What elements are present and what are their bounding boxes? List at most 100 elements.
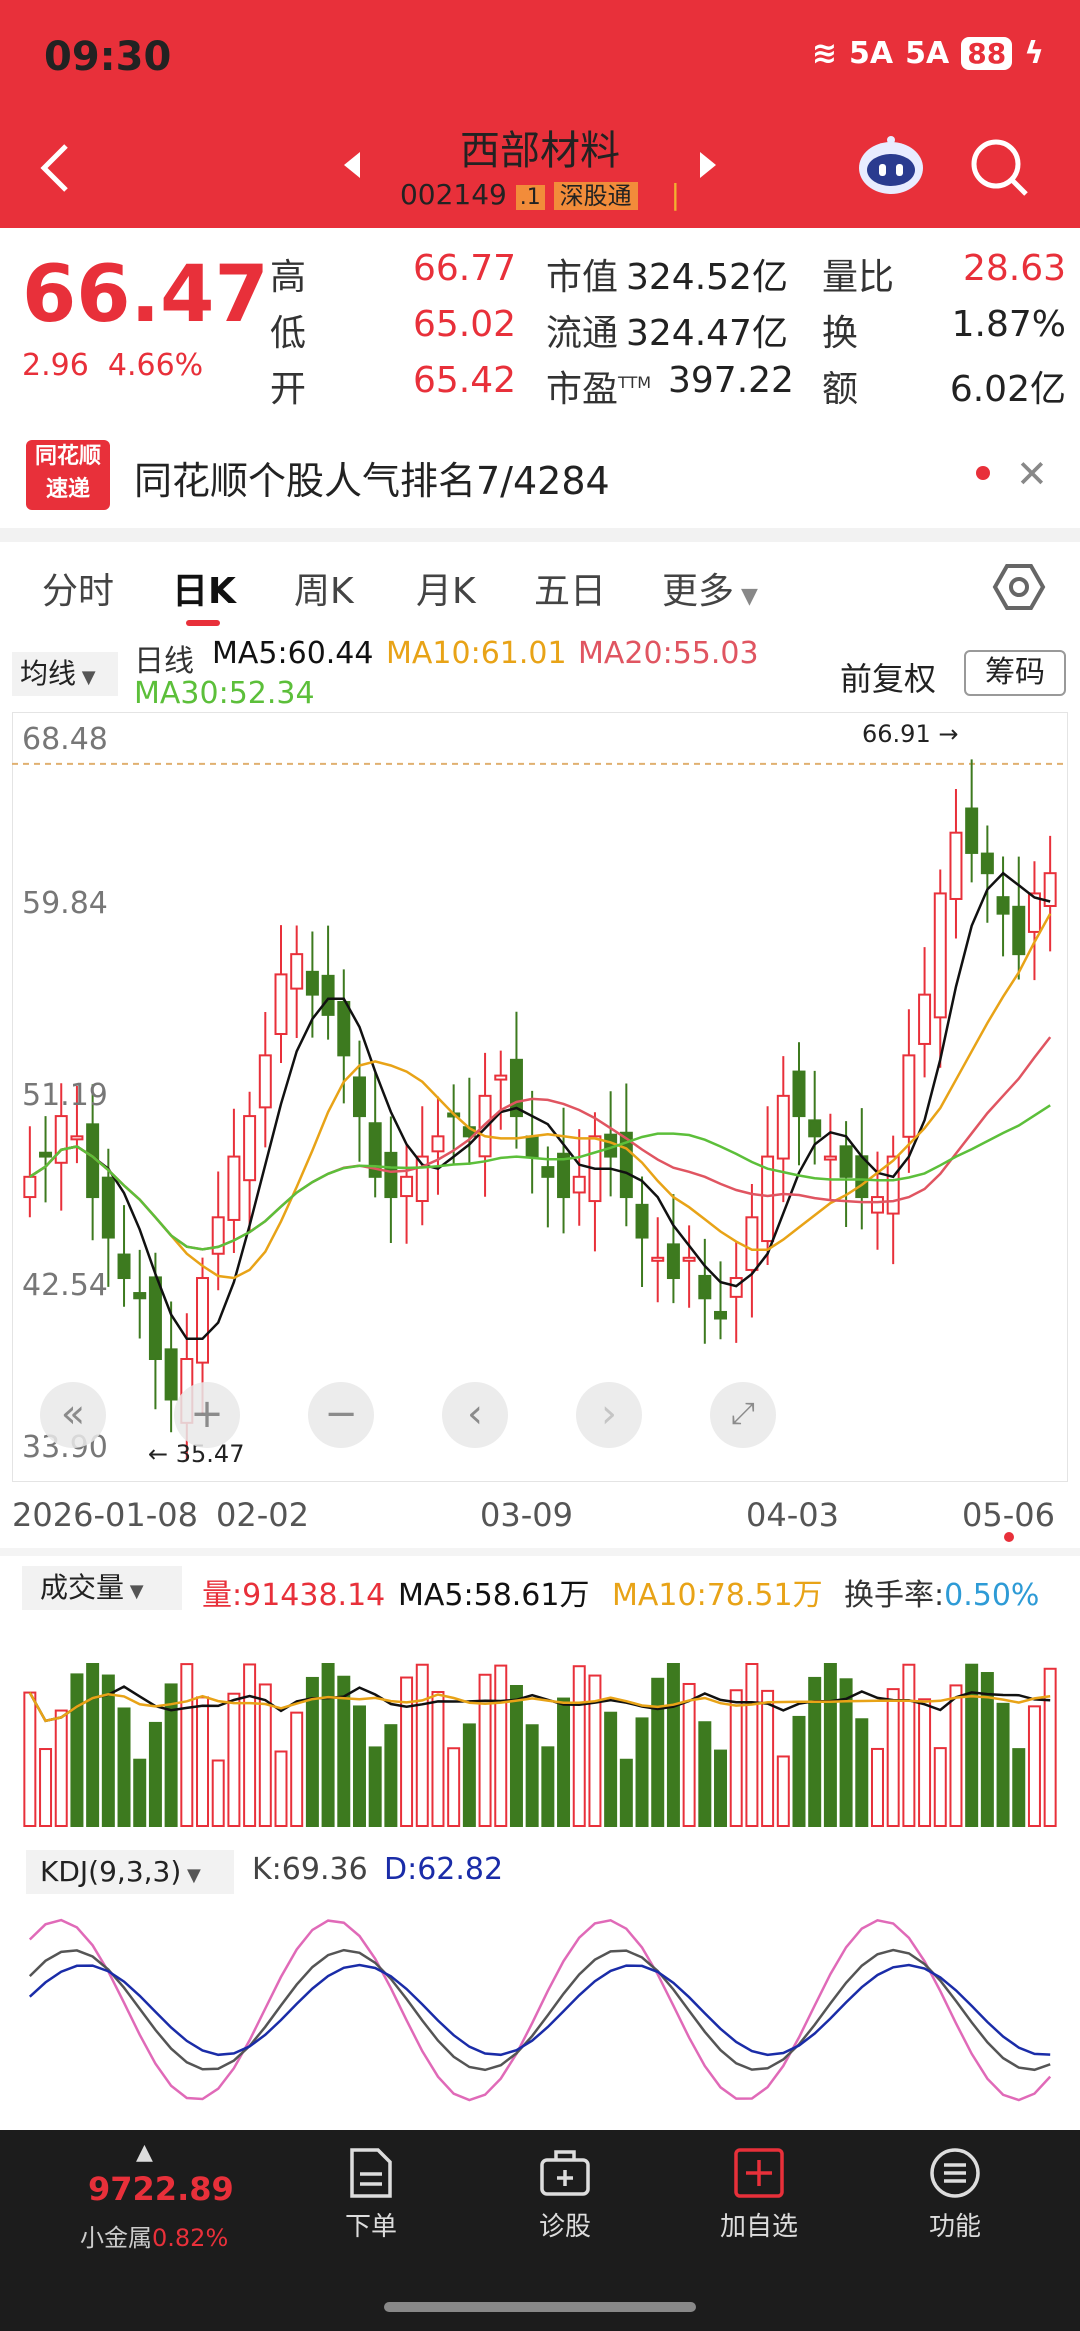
volume-bar — [415, 1663, 429, 1828]
volume-bar — [745, 1663, 759, 1827]
tab-intraday[interactable]: 分时 — [42, 562, 114, 614]
battery-icon: 88 — [961, 37, 1013, 70]
add-icon — [734, 2148, 784, 2198]
close-icon[interactable]: ✕ — [1016, 452, 1048, 496]
chip-distribution-button[interactable]: 筹码 — [964, 650, 1066, 696]
volume-bar — [290, 1711, 304, 1827]
pe-ttm-sup: TTM — [618, 373, 652, 392]
candle — [808, 1119, 822, 1138]
candle — [572, 1175, 586, 1194]
sector-index-value[interactable]: 9722.89 — [88, 2170, 234, 2208]
next-stock-icon[interactable] — [696, 150, 720, 184]
status-time: 09:30 — [44, 34, 172, 80]
chevron-down-icon: ▼ — [76, 667, 96, 688]
kline-chart[interactable] — [12, 712, 1068, 1482]
zoom-in-icon[interactable]: + — [174, 1382, 240, 1448]
volume-bar — [1012, 1748, 1026, 1827]
volume-chart — [23, 1663, 1057, 1828]
ma20-line — [29, 1036, 1052, 1251]
ma-lines — [29, 871, 1052, 1341]
pe-value: 397.22 — [668, 360, 794, 401]
volume-bar — [635, 1717, 649, 1827]
candle — [243, 1115, 257, 1182]
settings-hexagon-icon[interactable] — [992, 560, 1046, 618]
volume-bar — [86, 1663, 100, 1827]
home-indicator — [384, 2302, 696, 2312]
charging-icon: ϟ — [1024, 36, 1044, 71]
candle — [980, 852, 994, 875]
wifi-icon: ≋ — [811, 36, 838, 71]
indicator-select[interactable]: 均线 ▼ — [12, 652, 118, 696]
ma10-legend: MA10:61.01 — [386, 636, 567, 671]
tab-five-day[interactable]: 五日 — [534, 562, 606, 614]
tab-monthly-k[interactable]: 月K — [416, 562, 476, 614]
amount-label: 额 — [822, 369, 859, 410]
high-value: 66.77 — [412, 248, 516, 289]
latest-date-dot — [1004, 1532, 1014, 1542]
candle — [70, 1135, 84, 1141]
volume-value: 量:91438.14 — [202, 1578, 386, 1613]
volume-bar — [651, 1677, 665, 1827]
expand-up-icon[interactable]: ▲ — [136, 2140, 153, 2165]
zoom-out-icon[interactable]: − — [308, 1382, 374, 1448]
y-tick-label: 51.19 — [22, 1078, 108, 1113]
x-tick-label: 2026-01-08 — [12, 1496, 198, 1534]
status-bar-icons: ≋ 5A 5A 88 ϟ — [812, 36, 1044, 71]
candle — [855, 1155, 869, 1199]
tab-more[interactable]: 更多 ▼ — [662, 562, 758, 614]
volume-bar — [509, 1684, 523, 1827]
volume-bar — [1043, 1667, 1057, 1828]
tab-more-label: 更多 — [662, 571, 735, 612]
candle — [525, 1135, 539, 1158]
scroll-left-fast-icon[interactable]: « — [40, 1382, 106, 1448]
volume-bar — [557, 1697, 571, 1827]
volume-bar — [447, 1747, 461, 1827]
float-cap-label: 流通 — [546, 313, 619, 354]
functions-button[interactable]: 功能 — [890, 2146, 1020, 2243]
candle — [996, 896, 1010, 915]
prev-stock-icon[interactable] — [340, 150, 364, 184]
robot-assistant-icon[interactable] — [855, 134, 927, 202]
diagnose-button[interactable]: 诊股 — [500, 2146, 630, 2243]
add-watchlist-button[interactable]: 加自选 — [694, 2146, 824, 2243]
sector-index-line: 小金属0.82% — [80, 2218, 228, 2253]
search-icon[interactable] — [968, 136, 1032, 204]
menu-icon — [930, 2148, 980, 2198]
turnover-rate-value: 0.50% — [944, 1578, 1040, 1613]
candle — [839, 1145, 853, 1178]
volume-bar — [870, 1747, 884, 1827]
volume-indicator-select[interactable]: 成交量 ▼ — [22, 1566, 182, 1610]
candle — [23, 1175, 37, 1199]
low-value: 65.02 — [412, 304, 516, 345]
candle — [133, 1292, 147, 1300]
candle — [949, 831, 963, 900]
candle — [196, 1277, 210, 1364]
turnover-label: 换 — [822, 313, 859, 354]
stock-level-tag: .1 — [515, 185, 545, 210]
tab-weekly-k[interactable]: 周K — [294, 562, 354, 614]
volume-bar — [949, 1684, 963, 1827]
volume-bar — [117, 1707, 131, 1827]
kdj-indicator-select[interactable]: KDJ(9,3,3) ▼ — [26, 1850, 234, 1894]
fullscreen-icon[interactable]: ⤢ — [710, 1382, 776, 1448]
volume-bar — [604, 1711, 618, 1827]
tab-daily-k[interactable]: 日K — [172, 562, 236, 614]
order-label: 下单 — [344, 2212, 397, 2242]
order-button[interactable]: 下单 — [306, 2146, 436, 2243]
scroll-right-icon[interactable]: › — [576, 1382, 642, 1448]
price-adjust-toggle[interactable]: 前复权 — [840, 654, 936, 700]
y-tick-label: 59.84 — [22, 886, 108, 921]
candle — [321, 974, 335, 1016]
scroll-left-icon[interactable]: ‹ — [442, 1382, 508, 1448]
x-tick-label: 02-02 — [216, 1496, 309, 1534]
candle — [870, 1196, 884, 1214]
candle — [745, 1216, 759, 1271]
volume-bar — [965, 1663, 979, 1827]
kdj-lines — [28, 1918, 1052, 2102]
kdj-select-label: KDJ(9,3,3) — [40, 1855, 182, 1888]
price-change: 2.96 4.66% — [22, 348, 203, 383]
popularity-rank-text[interactable]: 同花顺个股人气排名7/4284 — [134, 450, 610, 505]
y-tick-label: 42.54 — [22, 1268, 108, 1303]
candle — [384, 1151, 398, 1199]
signal-icon: 5A — [905, 36, 950, 71]
